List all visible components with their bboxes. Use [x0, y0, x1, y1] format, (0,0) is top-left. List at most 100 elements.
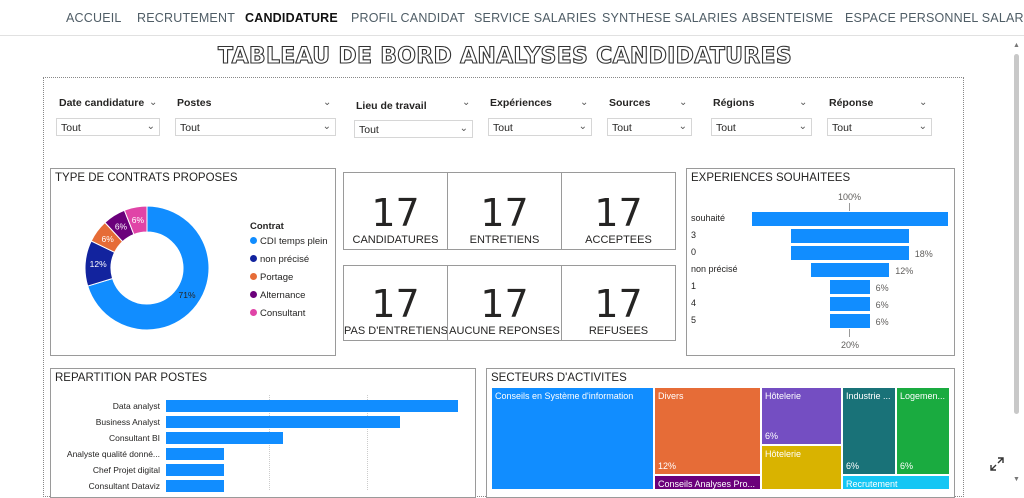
chevron-down-icon: ⌄: [918, 121, 927, 132]
funnel-bar-value: 12%: [895, 266, 914, 276]
contracts-donut-chart[interactable]: 71%12%6%6%6%: [85, 204, 225, 339]
filter-reponse: Réponse ⌄ Tout ⌄: [827, 97, 933, 136]
kpi-aucune-reponses: 17 AUCUNE REPONSES: [447, 265, 562, 341]
treemap-tile[interactable]: Hôtelerie 6%: [762, 388, 843, 446]
nav-espace-personnel-salarie[interactable]: ESPACE PERSONNEL SALARIE: [845, 11, 1024, 25]
nav-absenteisme[interactable]: ABSENTEISME: [742, 11, 833, 25]
funnel-category-label: 5: [691, 315, 697, 325]
treemap-tile[interactable]: Recrutement: [843, 476, 951, 491]
filter-value: Tout: [359, 124, 379, 136]
legend-label: Consultant: [260, 308, 306, 319]
kpi-label: AUCUNE REPONSES: [449, 325, 560, 337]
tile-label: Industrie ...: [846, 391, 891, 401]
legend-title: Contrat: [250, 221, 284, 232]
legend-item[interactable]: CDI temps plein: [250, 236, 328, 247]
funnel-category-label: 3: [691, 230, 697, 240]
tile-label: Recrutement: [846, 479, 898, 489]
treemap-tile[interactable]: Hôtelerie: [762, 446, 843, 491]
legend-label: non précisé: [260, 254, 310, 265]
funnel-top-label: 100%: [838, 192, 862, 202]
filter-dropdown[interactable]: Tout ⌄: [56, 118, 160, 136]
scroll-up-icon[interactable]: ▲: [1013, 42, 1020, 49]
nav-accueil[interactable]: ACCUEIL: [66, 11, 122, 25]
filter-label: Régions: [713, 97, 755, 109]
legend-item[interactable]: Alternance: [250, 290, 305, 301]
treemap-tile[interactable]: Divers 12%: [655, 388, 762, 476]
nav-service-salaries[interactable]: SERVICE SALARIES: [474, 11, 596, 25]
chevron-down-icon: ⌄: [146, 121, 155, 132]
bar[interactable]: [166, 400, 458, 412]
funnel-bar[interactable]: [830, 280, 870, 294]
bar[interactable]: [166, 448, 225, 460]
chevron-down-icon[interactable]: ⌄: [799, 97, 807, 108]
filter-dropdown[interactable]: Tout ⌄: [711, 118, 812, 136]
expand-icon[interactable]: [989, 456, 1005, 472]
donut-slice-label: 12%: [90, 259, 107, 269]
legend-item[interactable]: Consultant: [250, 308, 305, 319]
funnel-bar[interactable]: [752, 212, 948, 226]
vertical-scrollbar[interactable]: ▲ ▼: [1012, 40, 1022, 485]
filter-postes: Postes ⌄ Tout ⌄: [175, 97, 337, 136]
nav-candidature[interactable]: CANDIDATURE: [245, 11, 338, 25]
tile-value: 12%: [658, 461, 677, 471]
funnel-bar[interactable]: [830, 314, 870, 328]
filter-dropdown[interactable]: Tout ⌄: [607, 118, 692, 136]
chevron-down-icon[interactable]: ⌄: [462, 97, 470, 108]
treemap-tile[interactable]: Conseils en Système d'information: [492, 388, 655, 491]
chevron-down-icon[interactable]: ⌄: [323, 97, 331, 108]
donut-slice-label: 6%: [101, 234, 114, 244]
filter-sources: Sources ⌄ Tout ⌄: [607, 97, 693, 136]
nav-profil-candidat[interactable]: PROFIL CANDIDAT: [351, 11, 465, 25]
funnel-bar-value: 18%: [914, 249, 933, 259]
scrollbar-thumb[interactable]: [1014, 54, 1019, 414]
treemap-tile[interactable]: Logemen... 6%: [897, 388, 951, 476]
bar[interactable]: [166, 464, 225, 476]
bar[interactable]: [166, 432, 283, 444]
chevron-down-icon[interactable]: ⌄: [919, 97, 927, 108]
kpi-entretiens: 17 ENTRETIENS: [447, 172, 562, 250]
filter-label: Réponse: [829, 97, 874, 109]
experiences-panel: EXPERIENCES SOUHAITEES: [686, 168, 955, 356]
legend-dot: [250, 255, 257, 262]
filter-value: Tout: [612, 122, 632, 134]
tile-label: Conseils Analyses Pro...: [658, 479, 756, 489]
bar-category-label: Analyste qualité donné...: [66, 449, 160, 459]
filter-dropdown[interactable]: Tout ⌄: [354, 120, 473, 138]
legend-label: Portage: [260, 272, 294, 283]
treemap-tile[interactable]: Conseils Analyses Pro...: [655, 476, 762, 491]
filter-dropdown[interactable]: Tout ⌄: [175, 118, 336, 136]
filter-value: Tout: [493, 122, 513, 134]
filter-label: Postes: [177, 97, 212, 109]
kpi-refusees: 17 REFUSEES: [561, 265, 676, 341]
legend-label: CDI temps plein: [260, 236, 328, 247]
funnel-bar[interactable]: [830, 297, 870, 311]
bar[interactable]: [166, 480, 225, 492]
treemap-tile[interactable]: Industrie ... 6%: [843, 388, 897, 476]
chevron-down-icon[interactable]: ⌄: [580, 97, 588, 108]
nav-recrutement[interactable]: RECRUTEMENT: [137, 11, 235, 25]
legend-item[interactable]: non précisé: [250, 254, 309, 265]
funnel-bar-value: 6%: [875, 300, 889, 310]
kpi-value: 17: [480, 191, 529, 235]
panel-title: TYPE DE CONTRATS PROPOSES: [55, 172, 238, 184]
kpi-label: ACCEPTEES: [585, 234, 652, 246]
filter-label: Expériences: [490, 97, 552, 109]
scroll-down-icon[interactable]: ▼: [1013, 476, 1020, 483]
legend-item[interactable]: Portage: [250, 272, 293, 283]
filter-value: Tout: [716, 122, 736, 134]
filter-label: Lieu de travail: [356, 100, 427, 112]
filter-dropdown[interactable]: Tout ⌄: [488, 118, 592, 136]
kpi-label: ENTRETIENS: [469, 234, 540, 246]
chevron-down-icon[interactable]: ⌄: [679, 97, 687, 108]
bar-category-label: Business Analyst: [95, 417, 160, 427]
funnel-bar[interactable]: [791, 246, 909, 260]
bar[interactable]: [166, 416, 400, 428]
chevron-down-icon[interactable]: ⌄: [149, 97, 157, 108]
tile-value: 6%: [765, 431, 779, 441]
filter-dropdown[interactable]: Tout ⌄: [827, 118, 932, 136]
filter-label: Date candidature: [59, 97, 145, 109]
legend-dot: [250, 237, 257, 244]
nav-synthese-salaries[interactable]: SYNTHESE SALARIES: [602, 11, 737, 25]
funnel-bar[interactable]: [791, 229, 909, 243]
funnel-bar[interactable]: [810, 263, 890, 277]
